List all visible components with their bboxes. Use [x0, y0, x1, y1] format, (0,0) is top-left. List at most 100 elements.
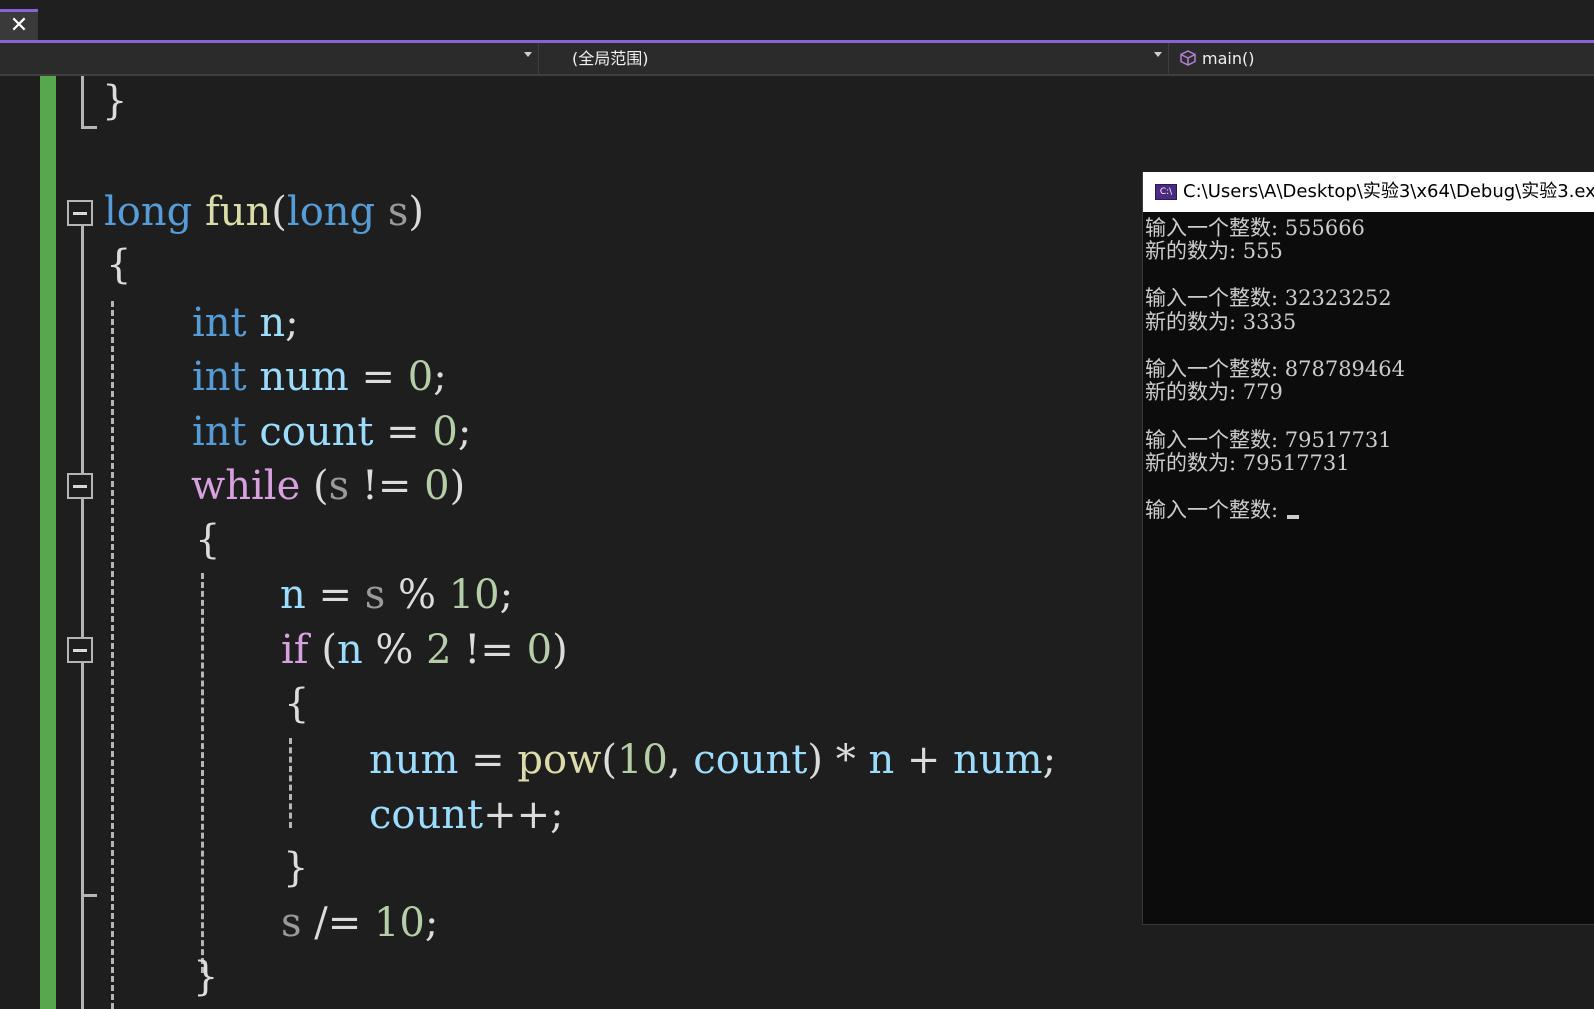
code-line: int num = 0; [192, 352, 447, 402]
comma: , [667, 737, 694, 783]
code-line: } [193, 952, 218, 1002]
scope-dropdown[interactable]: (全局范围) [546, 43, 1169, 74]
indent-guide [289, 738, 292, 828]
console-line: 新的数为: 3335 [1145, 310, 1297, 334]
paren: ) [408, 189, 425, 235]
parameter: s [387, 189, 409, 235]
collapse-while-icon[interactable] [67, 473, 93, 499]
member-dropdown[interactable]: main() [1172, 43, 1594, 74]
code-line: { [106, 240, 131, 290]
navigation-bar: (全局范围) main() [0, 43, 1594, 76]
code-line: count++; [369, 790, 564, 840]
code-line: } [283, 843, 308, 893]
variable: n [259, 300, 286, 346]
variable: n [868, 737, 895, 783]
chevron-down-icon [524, 52, 532, 57]
code-line: { [195, 515, 220, 565]
variable: num [953, 737, 1043, 783]
operator: = [348, 354, 408, 400]
close-tab-icon[interactable]: ✕ [0, 12, 38, 40]
console-line: 新的数为: 79517731 [1145, 451, 1350, 475]
console-title: C:\Users\A\Desktop\实验3\x64\Debug\实验3.exe [1183, 181, 1594, 202]
brace: { [106, 242, 132, 288]
variable: num [369, 737, 459, 783]
code-line-if: if (n % 2 != 0) [281, 625, 568, 675]
code-line: num = pow(10, count) * n + num; [369, 735, 1056, 785]
variable: count [693, 737, 808, 783]
variable: num [259, 354, 349, 400]
document-tab-strip: ✕ [0, 0, 1594, 40]
code-line: { [284, 679, 309, 729]
control-keyword: if [281, 627, 309, 673]
console-line: 输入一个整数: 79517731 [1145, 428, 1392, 452]
semicolon: ; [499, 572, 514, 618]
number: 10 [448, 572, 500, 618]
operator: % [385, 572, 449, 618]
number: 2 [426, 627, 452, 673]
outline-guide [81, 226, 84, 1009]
project-dropdown[interactable] [0, 43, 539, 74]
function-name: fun [204, 189, 272, 235]
paren: ) [807, 737, 823, 783]
console-app-icon: C:\ [1155, 184, 1177, 200]
number: 0 [526, 627, 553, 673]
keyword: int [192, 354, 247, 400]
number: 10 [373, 900, 425, 946]
console-line: 输入一个整数: 878789464 [1145, 357, 1405, 381]
function-name: pow [517, 737, 602, 783]
variable: count [369, 792, 484, 838]
number: 0 [432, 409, 458, 455]
semicolon: ; [457, 409, 472, 455]
member-dropdown-label: main() [1202, 49, 1255, 68]
console-line: 输入一个整数: 555666 [1145, 216, 1365, 240]
console-line: 新的数为: 779 [1145, 380, 1283, 404]
code-line-function-signature: long fun(long s) [104, 187, 424, 237]
number: 10 [616, 737, 668, 783]
keyword: long [104, 189, 193, 235]
paren: ) [449, 463, 466, 509]
semicolon: ; [1042, 737, 1057, 783]
operator: * [823, 737, 869, 783]
parameter: s [281, 900, 302, 946]
variable: n [336, 627, 363, 673]
collapse-function-icon[interactable] [67, 200, 93, 226]
console-line: 新的数为: 555 [1145, 239, 1283, 263]
brace: { [284, 681, 310, 727]
code-line: n = s % 10; [280, 570, 513, 620]
operator: ++ [483, 792, 551, 838]
cube-icon [1180, 50, 1196, 66]
change-tracking-bar [40, 76, 56, 1009]
operator: = [373, 409, 433, 455]
text-cursor [1286, 515, 1299, 519]
semicolon: ; [424, 900, 439, 946]
operator: /= [301, 900, 374, 946]
number: 0 [424, 463, 450, 509]
paren: ( [271, 189, 287, 235]
variable: n [280, 572, 306, 618]
scope-dropdown-label: (全局范围) [572, 49, 649, 68]
indent-guide [111, 301, 114, 1009]
variable: count [259, 409, 374, 455]
code-line: int count = 0; [192, 407, 471, 457]
code-line: } [102, 76, 127, 126]
keyword: int [192, 300, 247, 346]
semicolon: ; [550, 792, 564, 838]
console-prompt-line[interactable]: 输入一个整数: [1145, 498, 1299, 522]
operator: + [894, 737, 954, 783]
keyword: long [286, 189, 376, 235]
console-window[interactable]: C:\ C:\Users\A\Desktop\实验3\x64\Debug\实验3… [1142, 172, 1594, 925]
console-prompt: 输入一个整数: [1145, 498, 1285, 522]
paren: ) [552, 627, 568, 673]
paren: ( [312, 463, 329, 509]
semicolon: ; [285, 300, 299, 346]
brace: { [195, 517, 221, 563]
paren: ( [321, 627, 337, 673]
outline-guide-end [81, 894, 97, 897]
console-title-bar[interactable]: C:\ C:\Users\A\Desktop\实验3\x64\Debug\实验3… [1143, 172, 1594, 212]
code-line-while: while (s != 0) [191, 461, 465, 511]
control-keyword: while [191, 463, 301, 509]
code-line: s /= 10; [281, 898, 438, 948]
collapse-if-icon[interactable] [67, 637, 93, 663]
parameter: s [328, 463, 350, 509]
brace: } [193, 954, 219, 1000]
